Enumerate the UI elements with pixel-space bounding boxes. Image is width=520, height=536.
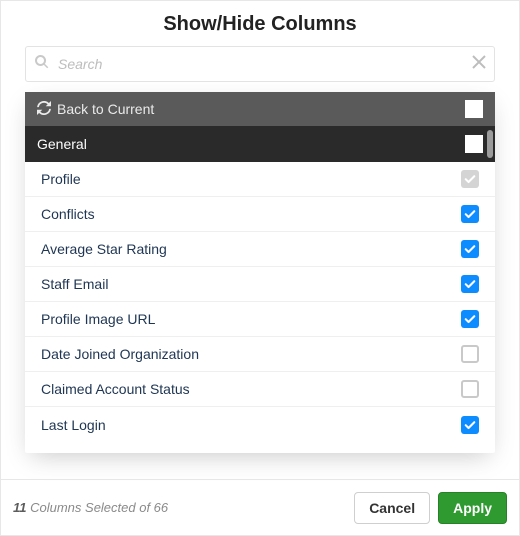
column-label: Profile Image URL — [41, 311, 155, 327]
column-row[interactable]: Claimed Account Status — [25, 372, 495, 407]
modal-title: Show/Hide Columns — [1, 1, 519, 46]
column-row[interactable]: Average Star Rating — [25, 232, 495, 267]
modal-footer: 11 Columns Selected of 66 Cancel Apply — [1, 479, 519, 535]
column-label: Date Joined Organization — [41, 346, 199, 362]
columns-panel: Back to Current General Profile Conflicts… — [25, 92, 495, 453]
selection-status: 11 Columns Selected of 66 — [13, 500, 168, 515]
search-field[interactable] — [25, 46, 495, 82]
selected-rest: Columns Selected of 66 — [27, 500, 169, 515]
refresh-icon — [37, 101, 51, 118]
column-row[interactable]: Conflicts — [25, 197, 495, 232]
column-row[interactable]: Date Joined Organization — [25, 337, 495, 372]
column-label: Conflicts — [41, 206, 95, 222]
column-checkbox[interactable] — [461, 345, 479, 363]
column-checkbox[interactable] — [461, 275, 479, 293]
column-checkbox[interactable] — [461, 240, 479, 258]
column-checkbox[interactable] — [461, 416, 479, 434]
close-icon[interactable] — [472, 55, 486, 74]
column-checkbox[interactable] — [461, 310, 479, 328]
search-icon — [34, 54, 50, 75]
cancel-button[interactable]: Cancel — [354, 492, 430, 524]
apply-button[interactable]: Apply — [438, 492, 507, 524]
modal-body: Back to Current General Profile Conflicts… — [1, 46, 519, 479]
scrollbar-thumb[interactable] — [487, 130, 493, 158]
section-label: General — [37, 136, 87, 152]
selected-count: 11 — [13, 500, 27, 515]
footer-buttons: Cancel Apply — [354, 492, 507, 524]
column-row[interactable]: Profile — [25, 162, 495, 197]
column-row[interactable]: Last Login — [25, 407, 495, 442]
column-label: Profile — [41, 171, 81, 187]
column-label: Last Login — [41, 417, 106, 433]
show-hide-columns-modal: Show/Hide Columns Back to Current — [0, 0, 520, 536]
back-to-current-checkbox[interactable] — [465, 100, 483, 118]
column-label: Average Star Rating — [41, 241, 167, 257]
columns-list: Profile Conflicts Average Star Rating Staff… — [25, 162, 495, 453]
back-to-current-bar[interactable]: Back to Current — [25, 92, 495, 126]
column-row[interactable]: Staff Email — [25, 267, 495, 302]
section-checkbox[interactable] — [465, 135, 483, 153]
column-row[interactable]: Profile Image URL — [25, 302, 495, 337]
column-label: Staff Email — [41, 276, 108, 292]
column-label: Claimed Account Status — [41, 381, 190, 397]
column-checkbox[interactable] — [461, 380, 479, 398]
section-header[interactable]: General — [25, 126, 495, 162]
column-checkbox — [461, 170, 479, 188]
column-checkbox[interactable] — [461, 205, 479, 223]
back-to-current-label: Back to Current — [57, 101, 154, 117]
search-input[interactable] — [56, 55, 472, 73]
